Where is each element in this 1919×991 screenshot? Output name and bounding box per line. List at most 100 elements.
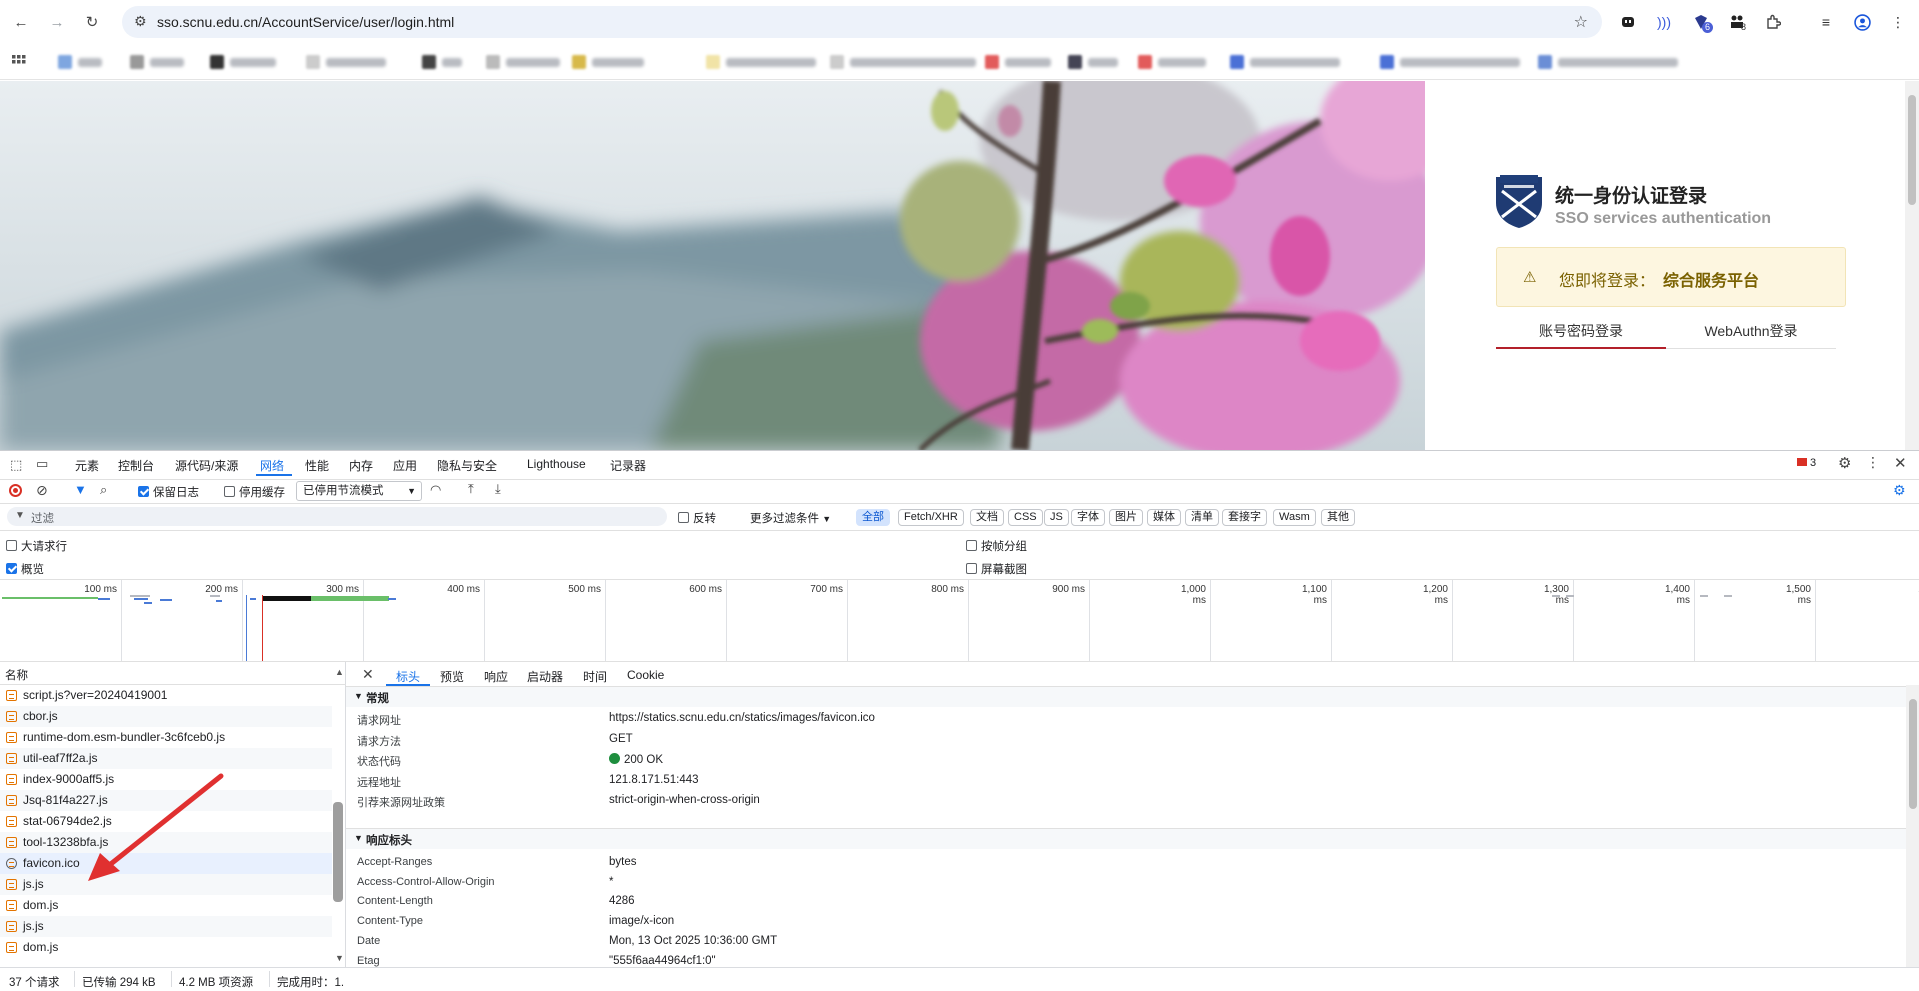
bookmark-item[interactable] [572, 55, 644, 69]
back-icon[interactable]: ← [9, 10, 33, 34]
extensions-puzzle-icon[interactable] [1762, 11, 1784, 33]
network-conditions-icon[interactable]: ◠ [430, 482, 441, 498]
detail-tab-initiator[interactable]: 启动器 [527, 668, 563, 685]
settings-gear-icon[interactable]: ⚙ [1838, 454, 1851, 472]
bookmark-item[interactable] [306, 55, 386, 69]
address-url[interactable]: sso.scnu.edu.cn/AccountService/user/logi… [157, 14, 454, 30]
tab-network[interactable]: 网络 [260, 457, 284, 474]
filter-chip-wasm[interactable]: Wasm [1273, 509, 1316, 526]
search-icon[interactable]: ⌕ [100, 482, 107, 498]
record-icon[interactable] [9, 484, 22, 497]
filter-chip-css[interactable]: CSS [1008, 509, 1043, 526]
preserve-log-checkbox[interactable]: 保留日志 [138, 484, 199, 500]
address-bar[interactable]: ⚙ sso.scnu.edu.cn/AccountService/user/lo… [122, 6, 1602, 38]
tab-password-login[interactable]: 账号密码登录 [1496, 321, 1666, 349]
detail-tab-cookies[interactable]: Cookie [627, 668, 664, 682]
detail-tab-response[interactable]: 响应 [484, 668, 508, 685]
bookmark-item[interactable] [1380, 55, 1520, 69]
request-row[interactable]: script.js?ver=20240419001 [0, 685, 332, 706]
request-row[interactable]: util-eaf7ff2a.js [0, 748, 332, 769]
request-row[interactable]: runtime-dom.esm-bundler-3c6fceb0.js [0, 727, 332, 748]
tab-recorder[interactable]: 记录器 [610, 457, 646, 474]
extension-voice-icon[interactable]: ))) [1653, 11, 1675, 33]
bookmark-item[interactable] [422, 55, 462, 69]
filter-chip-media[interactable]: 媒体 [1147, 509, 1181, 526]
details-scrollbar[interactable] [1906, 685, 1919, 967]
tab-privacy-security[interactable]: 隐私与安全 [437, 457, 497, 474]
request-row[interactable]: js.js [0, 916, 332, 937]
request-row[interactable]: dom.js [0, 937, 332, 958]
name-column-header[interactable]: 名称 [5, 667, 28, 683]
bookmark-item[interactable] [1138, 55, 1206, 69]
filter-chip-manifest[interactable]: 清单 [1185, 509, 1219, 526]
page-scrollbar[interactable] [1905, 81, 1919, 450]
filter-chip-other[interactable]: 其他 [1321, 509, 1355, 526]
scroll-down-icon[interactable]: ▼ [335, 953, 344, 963]
overview-checkbox[interactable]: 概览 [6, 561, 44, 577]
request-row[interactable]: dom.js [0, 895, 332, 916]
detail-tab-timing[interactable]: 时间 [583, 668, 607, 685]
tab-memory[interactable]: 内存 [349, 457, 373, 474]
tab-webauthn-login[interactable]: WebAuthn登录 [1666, 321, 1836, 349]
checkbox-checked[interactable] [138, 486, 149, 497]
filter-chip-all[interactable]: 全部 [856, 509, 890, 526]
screenshots-checkbox[interactable]: 屏幕截图 [966, 561, 1027, 577]
tab-performance[interactable]: 性能 [305, 457, 329, 474]
filter-chip-js[interactable]: JS [1044, 509, 1069, 526]
apps-grid-icon[interactable] [12, 55, 26, 69]
tab-elements[interactable]: 元素 [75, 457, 99, 474]
reading-list-icon[interactable]: ≡ [1815, 11, 1837, 33]
tab-application[interactable]: 应用 [393, 457, 417, 474]
bookmark-star-icon[interactable]: ☆ [1574, 12, 1588, 32]
issues-counter[interactable]: 3 [1797, 457, 1816, 469]
timeline-overview[interactable]: 100 ms 200 ms 300 ms 400 ms 500 ms 600 ms 700 … [0, 580, 1919, 661]
general-value[interactable]: https://statics.scnu.edu.cn/statics/imag… [609, 712, 875, 724]
devtools-menu-icon[interactable]: ⋮ [1866, 454, 1880, 471]
filter-chip-fetch-xhr[interactable]: Fetch/XHR [898, 509, 964, 526]
import-har-icon[interactable]: ⤒ [468, 481, 474, 497]
device-toolbar-icon[interactable]: ▭ [36, 456, 48, 472]
filter-input[interactable]: ▼ 过滤 [7, 507, 667, 526]
filter-chip-font[interactable]: 字体 [1071, 509, 1105, 526]
sort-up-icon[interactable]: ▲ [335, 667, 344, 677]
menu-kebab-icon[interactable]: ⋮ [1887, 11, 1909, 33]
filter-chip-socket[interactable]: 套接字 [1222, 509, 1267, 526]
tab-sources[interactable]: 源代码/来源 [175, 457, 238, 474]
profile-icon[interactable] [1851, 11, 1873, 33]
bookmark-item[interactable] [706, 55, 816, 69]
bookmark-item[interactable] [486, 55, 560, 69]
extension-ghost-icon[interactable] [1617, 11, 1639, 33]
checkbox-unchecked[interactable] [678, 512, 689, 523]
checkbox-checked[interactable] [6, 563, 17, 574]
tab-lighthouse[interactable]: Lighthouse [527, 457, 586, 471]
bookmark-item[interactable] [1230, 55, 1340, 69]
detail-tab-preview[interactable]: 预览 [440, 668, 464, 685]
close-devtools-icon[interactable]: ✕ [1894, 454, 1907, 472]
request-row[interactable]: cbor.js [0, 706, 332, 727]
reload-icon[interactable]: ↻ [80, 10, 104, 34]
throttling-select[interactable]: 已停用节流模式 ▼ [296, 481, 422, 501]
disable-cache-checkbox[interactable]: 停用缓存 [224, 484, 285, 500]
bookmark-item[interactable] [210, 55, 276, 69]
bookmark-item[interactable] [830, 55, 976, 69]
checkbox-unchecked[interactable] [966, 540, 977, 551]
detail-tab-headers[interactable]: 标头 [396, 668, 420, 685]
group-by-frame-checkbox[interactable]: 按帧分组 [966, 538, 1027, 554]
extension-shield-icon[interactable]: 6 [1690, 11, 1714, 33]
checkbox-unchecked[interactable] [6, 540, 17, 551]
bookmark-item[interactable] [58, 55, 102, 69]
bookmark-item[interactable] [130, 55, 184, 69]
export-har-icon[interactable]: ⤓ [495, 481, 501, 497]
filter-funnel-icon[interactable]: ▼ [74, 482, 87, 497]
big-rows-checkbox[interactable]: 大请求行 [6, 538, 67, 554]
page-scrollbar-thumb[interactable] [1908, 95, 1916, 205]
forward-icon[interactable]: → [45, 10, 69, 34]
bookmark-item[interactable] [1538, 55, 1678, 69]
response-headers-section-header[interactable]: ▼ 响应标头 [346, 829, 1906, 849]
close-details-icon[interactable]: ✕ [362, 666, 374, 683]
request-list-scrollbar-thumb[interactable] [333, 802, 343, 902]
extension-people-icon[interactable]: 8 [1726, 11, 1748, 33]
checkbox-unchecked[interactable] [224, 486, 235, 497]
inspect-element-icon[interactable]: ⬚ [10, 457, 22, 473]
bookmark-item[interactable] [1068, 55, 1118, 69]
